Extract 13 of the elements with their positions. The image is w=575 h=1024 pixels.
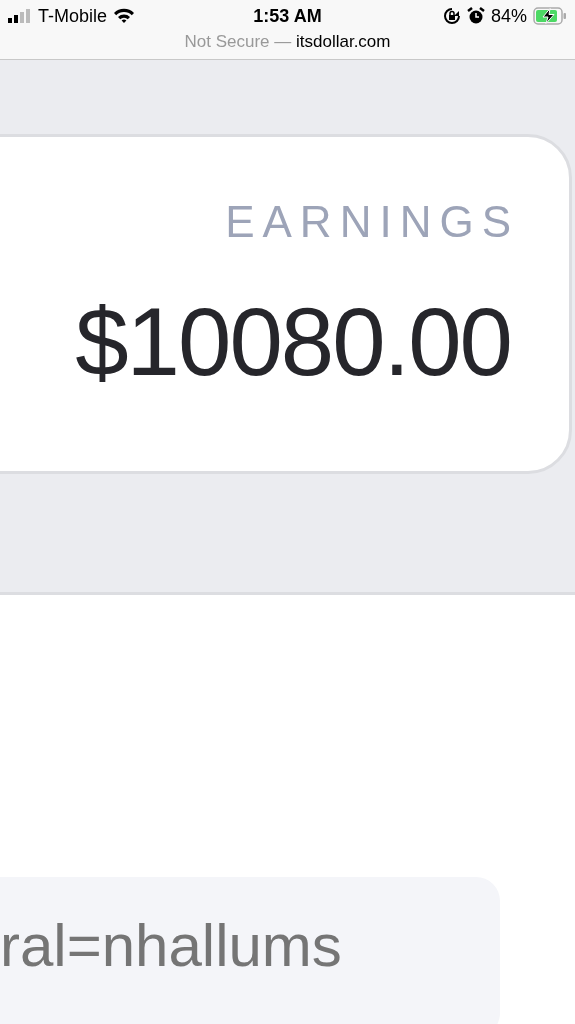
earnings-label: EARNINGS xyxy=(225,197,519,247)
referral-link-field[interactable]: ral=nhallums xyxy=(0,877,500,1024)
site-domain[interactable]: itsdollar.com xyxy=(296,32,391,51)
carrier-name: T-Mobile xyxy=(38,5,108,27)
alarm-clock-icon xyxy=(467,7,485,25)
signal-icon xyxy=(8,9,32,23)
battery-charging-icon xyxy=(533,7,567,25)
rotation-lock-icon xyxy=(443,7,461,25)
security-label: Not Secure — xyxy=(184,32,292,51)
wifi-icon xyxy=(113,8,136,24)
battery-percent: 84% xyxy=(491,5,527,27)
clock-time: 1:53 AM xyxy=(253,5,322,27)
earnings-amount: $10080.00 xyxy=(75,287,511,397)
